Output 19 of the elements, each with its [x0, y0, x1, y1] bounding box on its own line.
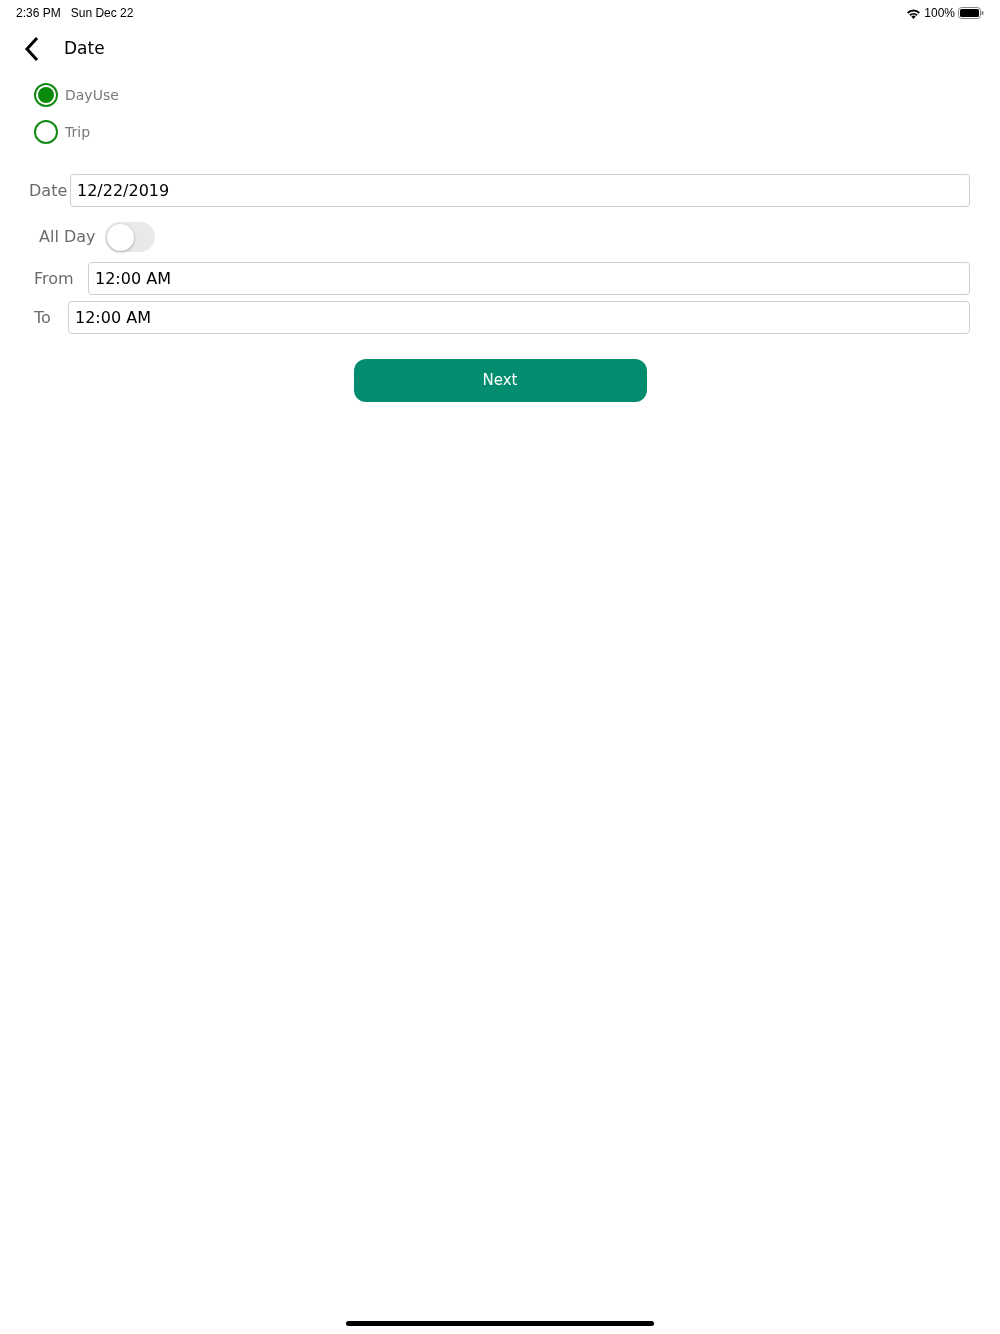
status-date: Sun Dec 22 [70, 5, 134, 22]
input-field[interactable]: 12:00 AM [68, 301, 970, 334]
radio-button[interactable] [34, 83, 58, 107]
battery-icon [958, 7, 984, 19]
next-button[interactable]: Next [353, 359, 647, 402]
field-label: Date [29, 179, 69, 202]
status-time: 2:36 PM [16, 5, 61, 22]
toggle-switch[interactable] [105, 222, 155, 252]
field-label: From [34, 267, 75, 290]
input-field[interactable]: 12/22/2019 [70, 174, 970, 207]
field-label: To [34, 306, 52, 329]
radio-label: Trip [65, 122, 91, 142]
radio-button[interactable] [34, 120, 58, 144]
field-label: All Day [39, 226, 97, 248]
wifi-icon [906, 7, 922, 19]
input-field[interactable]: 12:00 AM [88, 262, 970, 295]
radio-label: DayUse [65, 85, 119, 105]
battery-percent: 100% [924, 5, 955, 22]
page-title: Date [64, 37, 105, 61]
